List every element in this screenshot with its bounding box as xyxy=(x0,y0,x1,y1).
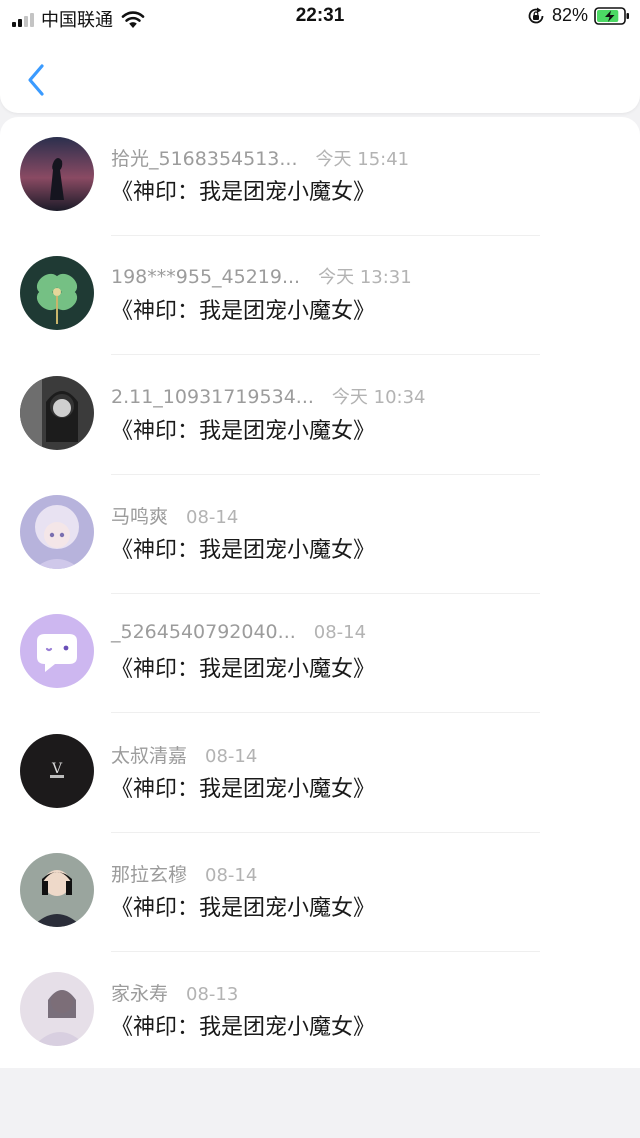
avatar[interactable] xyxy=(20,494,94,569)
book-title: 《神印：我是团宠小魔女》 xyxy=(111,1015,376,1041)
timestamp: 08-14 xyxy=(186,506,239,528)
username: 马鸣爽 xyxy=(111,505,169,528)
username: 198***955_45219... xyxy=(111,266,301,289)
book-title: 《神印：我是团宠小魔女》 xyxy=(111,657,376,683)
share-record-list: 拾光_5168354513... 今天 15:41 《神印：我是团宠小魔女》 198*… xyxy=(0,117,640,1068)
username: 太叔清嘉 xyxy=(111,744,188,767)
book-title: 《神印：我是团宠小魔女》 xyxy=(111,180,376,205)
status-bar: 中国联通 22:31 82% xyxy=(0,0,640,34)
item-meta: 拾光_5168354513... 今天 15:41 xyxy=(111,144,409,171)
battery-charging-icon xyxy=(594,6,629,25)
battery-percentage: 82% xyxy=(551,5,588,25)
avatar[interactable] xyxy=(20,375,94,450)
item-meta: 家永寿 08-13 xyxy=(111,979,238,1006)
item-meta: 太叔清嘉 08-14 xyxy=(111,741,257,768)
item-meta: 2.11_10931719534... 今天 10:34 xyxy=(111,383,426,409)
avatar[interactable] xyxy=(20,614,94,689)
avatar[interactable] xyxy=(20,852,94,927)
book-title: 《神印：我是团宠小魔女》 xyxy=(111,776,376,802)
list-item[interactable]: V 太叔清嘉 08-14 《神印：我是团宠小魔女》 xyxy=(0,714,640,833)
avatar[interactable] xyxy=(20,972,94,1047)
list-item[interactable]: 198***955_45219... 今天 13:31 《神印：我是团宠小魔女》 xyxy=(0,236,640,356)
item-meta: 198***955_45219... 今天 13:31 xyxy=(111,263,412,289)
avatar[interactable] xyxy=(20,256,94,331)
avatar[interactable]: V xyxy=(20,733,94,808)
item-meta: _5264540792040... 08-14 xyxy=(111,621,366,643)
timestamp: 08-14 xyxy=(205,745,258,767)
book-title: 《神印：我是团宠小魔女》 xyxy=(111,299,376,325)
username: 拾光_5168354513... xyxy=(111,148,298,170)
list-item[interactable]: 2.11_10931719534... 今天 10:34 《神印：我是团宠小魔女》 xyxy=(0,356,640,475)
timestamp: 今天 15:41 xyxy=(315,149,410,170)
book-title: 《神印：我是团宠小魔女》 xyxy=(111,537,376,563)
item-meta: 那拉玄穆 08-14 xyxy=(111,860,257,887)
list-item[interactable]: 拾光_5168354513... 今天 15:41 《神印：我是团宠小魔女》 xyxy=(0,117,640,236)
item-meta: 马鸣爽 08-14 xyxy=(111,502,238,529)
username: 那拉玄穆 xyxy=(111,863,188,886)
list-item[interactable]: 家永寿 08-13 《神印：我是团宠小魔女》 xyxy=(0,952,640,1071)
username: _5264540792040... xyxy=(111,621,296,644)
username: 2.11_10931719534... xyxy=(111,385,314,408)
timestamp: 08-14 xyxy=(205,864,258,886)
chevron-left-icon xyxy=(28,64,44,96)
list-item[interactable]: 马鸣爽 08-14 《神印：我是团宠小魔女》 xyxy=(0,475,640,594)
username: 家永寿 xyxy=(111,983,169,1006)
book-title: 《神印：我是团宠小魔女》 xyxy=(111,895,376,921)
svg-text:V: V xyxy=(51,761,63,777)
timestamp: 08-13 xyxy=(186,984,239,1006)
list-item[interactable]: _5264540792040... 08-14 《神印：我是团宠小魔女》 xyxy=(0,594,640,714)
avatar[interactable] xyxy=(20,137,94,211)
rotation-lock-icon xyxy=(528,7,544,23)
timestamp: 今天 10:34 xyxy=(331,386,426,408)
timestamp: 今天 13:31 xyxy=(318,267,412,289)
timestamp: 08-14 xyxy=(313,622,367,644)
book-title: 《神印：我是团宠小魔女》 xyxy=(111,418,376,444)
list-item[interactable]: 那拉玄穆 08-14 《神印：我是团宠小魔女》 xyxy=(0,833,640,952)
back-button[interactable] xyxy=(16,58,56,102)
